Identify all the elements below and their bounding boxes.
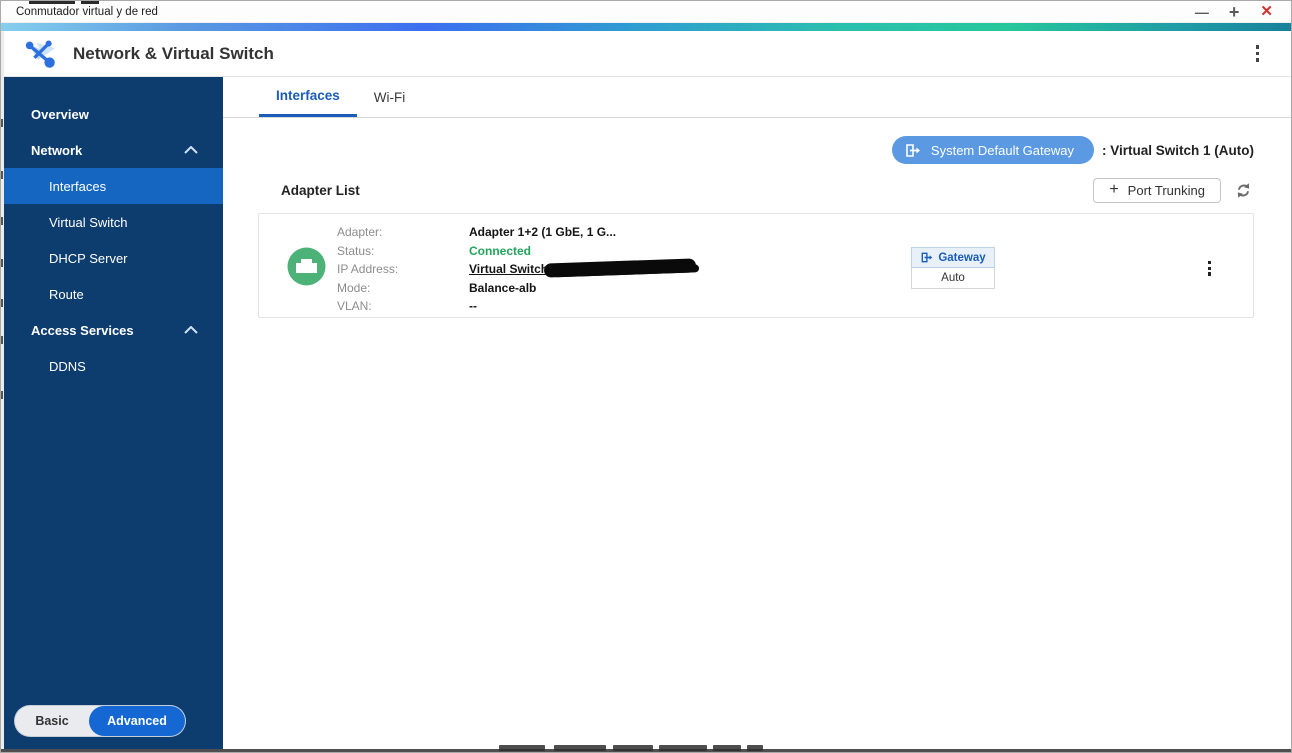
system-default-gateway-label: System Default Gateway [930, 142, 1074, 158]
chevron-up-icon [184, 326, 198, 334]
background-artifact [81, 1, 99, 4]
sidebar-item-label: Overview [31, 106, 89, 122]
background-artifact [613, 745, 653, 751]
window-titlebar: Conmutador virtual y de red — + ✕ [1, 1, 1291, 23]
minimize-icon[interactable]: — [1195, 2, 1209, 22]
gateway-button[interactable]: Gateway [911, 247, 995, 268]
field-row-vlan: VLAN: -- [337, 297, 696, 316]
field-row-status: Status: Connected [337, 242, 696, 261]
background-artifact [29, 1, 75, 4]
field-value: -- [469, 299, 477, 314]
maximize-icon[interactable]: + [1229, 2, 1240, 22]
adapter-card-buttons: Gateway Auto [911, 247, 995, 289]
app-window: Conmutador virtual y de red — + ✕ Networ… [0, 0, 1292, 753]
auto-button[interactable]: Auto [911, 268, 995, 289]
sidebar-item-interfaces[interactable]: Interfaces [1, 168, 223, 204]
adapter-fields: Adapter: Adapter 1+2 (1 GbE, 1 G... Stat… [337, 223, 697, 316]
field-label: IP Address: [337, 262, 399, 277]
sidebar-item-overview[interactable]: Overview [1, 96, 223, 132]
field-label: VLAN: [337, 299, 372, 314]
adapter-status-icon [287, 247, 326, 286]
virtual-switch-link[interactable]: Virtual Switch [469, 260, 548, 279]
network-switch-icon [25, 40, 56, 68]
background-artifact [1, 31, 4, 750]
close-icon[interactable]: ✕ [1260, 2, 1273, 22]
system-default-gateway-value: : Virtual Switch 1 (Auto) [1101, 142, 1254, 158]
gateway-button-label: Gateway [938, 251, 986, 264]
gateway-icon [906, 143, 920, 157]
sidebar: Overview Network Interfaces Virtual Swit… [1, 77, 223, 752]
sidebar-item-label: Interfaces [49, 178, 107, 194]
redaction-scribble [543, 258, 697, 278]
sidebar-item-label: DHCP Server [49, 250, 128, 266]
background-artifact [747, 745, 763, 751]
window-title: Conmutador virtual y de red [16, 5, 158, 18]
sidebar-item-label: Network [31, 142, 83, 158]
tab-interfaces[interactable]: Interfaces [259, 77, 357, 117]
field-row-mode: Mode: Balance-alb [337, 279, 696, 298]
gateway-icon [921, 252, 933, 263]
field-label: Mode: [337, 280, 371, 295]
page-title: Network & Virtual Switch [73, 43, 274, 63]
basic-advanced-toggle: Basic Advanced [15, 706, 185, 736]
adapter-menu-kebab-icon[interactable] [1207, 261, 1211, 276]
advanced-toggle-option[interactable]: Advanced [89, 706, 185, 736]
sidebar-item-network[interactable]: Network [1, 132, 223, 168]
auto-button-label: Auto [941, 272, 965, 284]
main-content: Interfaces Wi-Fi System Default Gateway … [223, 77, 1291, 752]
refresh-icon[interactable] [1234, 181, 1253, 200]
window-controls: — + ✕ [1195, 2, 1273, 22]
sidebar-item-access-services[interactable]: Access Services [1, 312, 223, 348]
header-menu-kebab-icon[interactable] [1255, 45, 1259, 62]
adapter-list-header-row: Adapter List + Port Trunking [223, 177, 1291, 203]
adapter-card: Adapter: Adapter 1+2 (1 GbE, 1 G... Stat… [258, 213, 1254, 318]
sidebar-item-ddns[interactable]: DDNS [1, 348, 223, 384]
background-artifact [713, 745, 741, 751]
sidebar-item-label: Virtual Switch [49, 214, 128, 230]
chevron-up-icon [184, 146, 198, 154]
sidebar-item-label: DDNS [49, 358, 86, 374]
basic-toggle-option[interactable]: Basic [15, 714, 89, 728]
system-default-gateway-button[interactable]: System Default Gateway [891, 136, 1094, 164]
sidebar-item-route[interactable]: Route [1, 276, 223, 312]
adapter-list-heading: Adapter List [281, 182, 360, 198]
app-header: Network & Virtual Switch [1, 31, 1291, 77]
field-label: Adapter: [337, 225, 383, 239]
field-row-ip-address: IP Address: Virtual Switch [337, 258, 697, 279]
plus-icon: + [1109, 181, 1119, 198]
port-trunking-label: Port Trunking [1127, 182, 1205, 198]
brand-gradient-bar [1, 23, 1291, 31]
field-value: Adapter 1+2 (1 GbE, 1 G... [469, 225, 617, 239]
background-artifact [659, 745, 707, 751]
sidebar-item-label: Access Services [31, 322, 134, 338]
background-artifact [554, 745, 606, 751]
tab-wifi[interactable]: Wi-Fi [357, 77, 422, 117]
background-artifact [499, 745, 545, 751]
status-value: Connected [469, 243, 532, 258]
system-default-gateway-row: System Default Gateway : Virtual Switch … [223, 136, 1291, 164]
field-label: Status: [337, 243, 375, 258]
sidebar-item-dhcp-server[interactable]: DHCP Server [1, 240, 223, 276]
port-trunking-button[interactable]: + Port Trunking [1093, 177, 1221, 203]
tab-bar: Interfaces Wi-Fi [223, 77, 1291, 118]
field-value: Balance-alb [469, 280, 537, 295]
ip-address-value: Virtual Switch [469, 258, 697, 279]
sidebar-item-label: Route [49, 286, 84, 302]
field-row-adapter: Adapter: Adapter 1+2 (1 GbE, 1 G... [337, 223, 696, 242]
sidebar-item-virtual-switch[interactable]: Virtual Switch [1, 204, 223, 240]
